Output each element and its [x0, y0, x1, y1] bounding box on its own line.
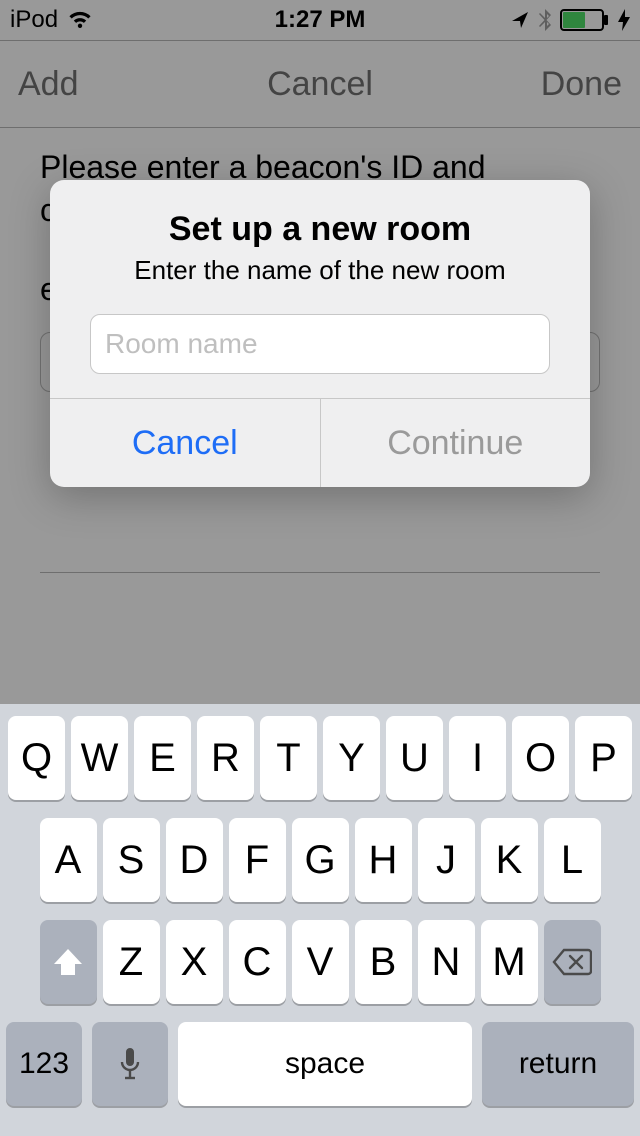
alert-message: Enter the name of the new room	[70, 255, 570, 286]
alert-cancel-button[interactable]: Cancel	[50, 399, 320, 487]
keyboard-row-1: QWERTYUIOP	[6, 716, 634, 800]
key-g[interactable]: G	[292, 818, 349, 902]
alert-title: Set up a new room	[70, 210, 570, 249]
keyboard: QWERTYUIOP ASDFGHJKL ZXCVBNM 123 space r…	[0, 704, 640, 1136]
alert-dialog: Set up a new room Enter the name of the …	[50, 180, 590, 487]
alert-continue-button[interactable]: Continue	[320, 399, 591, 487]
key-i[interactable]: I	[449, 716, 506, 800]
key-v[interactable]: V	[292, 920, 349, 1004]
key-u[interactable]: U	[386, 716, 443, 800]
keyboard-row-3: ZXCVBNM	[6, 920, 634, 1004]
key-n[interactable]: N	[418, 920, 475, 1004]
key-d[interactable]: D	[166, 818, 223, 902]
key-k[interactable]: K	[481, 818, 538, 902]
space-key[interactable]: space	[178, 1022, 472, 1106]
key-q[interactable]: Q	[8, 716, 65, 800]
key-b[interactable]: B	[355, 920, 412, 1004]
key-m[interactable]: M	[481, 920, 538, 1004]
backspace-key[interactable]	[544, 920, 601, 1004]
key-e[interactable]: E	[134, 716, 191, 800]
key-t[interactable]: T	[260, 716, 317, 800]
numbers-key[interactable]: 123	[6, 1022, 82, 1106]
room-name-input[interactable]	[90, 314, 550, 374]
key-l[interactable]: L	[544, 818, 601, 902]
key-o[interactable]: O	[512, 716, 569, 800]
key-p[interactable]: P	[575, 716, 632, 800]
keyboard-row-2: ASDFGHJKL	[6, 818, 634, 902]
key-s[interactable]: S	[103, 818, 160, 902]
key-z[interactable]: Z	[103, 920, 160, 1004]
key-c[interactable]: C	[229, 920, 286, 1004]
key-w[interactable]: W	[71, 716, 128, 800]
shift-key[interactable]	[40, 920, 97, 1004]
return-key[interactable]: return	[482, 1022, 634, 1106]
key-j[interactable]: J	[418, 818, 475, 902]
keyboard-row-4: 123 space return	[6, 1022, 634, 1106]
alert-buttons: Cancel Continue	[50, 398, 590, 487]
key-y[interactable]: Y	[323, 716, 380, 800]
key-a[interactable]: A	[40, 818, 97, 902]
key-r[interactable]: R	[197, 716, 254, 800]
mic-key[interactable]	[92, 1022, 168, 1106]
key-h[interactable]: H	[355, 818, 412, 902]
key-f[interactable]: F	[229, 818, 286, 902]
key-x[interactable]: X	[166, 920, 223, 1004]
